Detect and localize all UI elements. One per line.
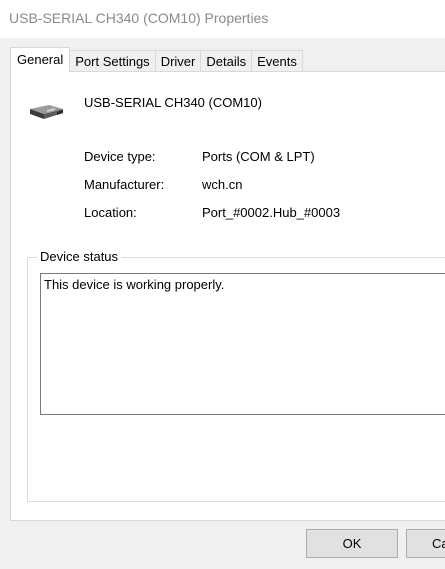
window-title: USB-SERIAL CH340 (COM10) Properties [9, 10, 269, 26]
device-name: USB-SERIAL CH340 (COM10) [84, 95, 262, 110]
tab-port-settings[interactable]: Port Settings [70, 50, 156, 72]
tab-details[interactable]: Details [201, 50, 253, 72]
cancel-button[interactable]: Ca [406, 529, 445, 558]
properties-window: USB-SERIAL CH340 (COM10) Properties Gene… [0, 0, 445, 569]
device-status-text: This device is working properly. [44, 277, 225, 292]
general-tab-panel: USB-SERIAL CH340 (COM10) Device type: Po… [10, 71, 445, 521]
tab-general[interactable]: General [10, 47, 71, 72]
device-status-group: Device status This device is working pro… [27, 249, 445, 502]
manufacturer-label: Manufacturer: [84, 177, 165, 192]
tab-events[interactable]: Events [252, 50, 303, 72]
location-label: Location: [84, 205, 137, 220]
title-bar[interactable]: USB-SERIAL CH340 (COM10) Properties [0, 0, 445, 38]
device-status-textbox[interactable]: This device is working properly. ▲ ▼ [40, 273, 445, 415]
device-type-value: Ports (COM & LPT) [202, 149, 315, 164]
tab-driver[interactable]: Driver [155, 50, 202, 72]
tab-strip: General Port Settings Driver Details Eve… [10, 47, 303, 72]
device-status-caption: Device status [37, 249, 122, 264]
location-value: Port_#0002.Hub_#0003 [202, 205, 341, 220]
manufacturer-value: wch.cn [202, 177, 243, 192]
dialog-client-area: General Port Settings Driver Details Eve… [0, 38, 445, 569]
device-type-label: Device type: [84, 149, 156, 164]
ok-button[interactable]: OK [306, 529, 398, 558]
usb-serial-device-icon [30, 105, 63, 119]
